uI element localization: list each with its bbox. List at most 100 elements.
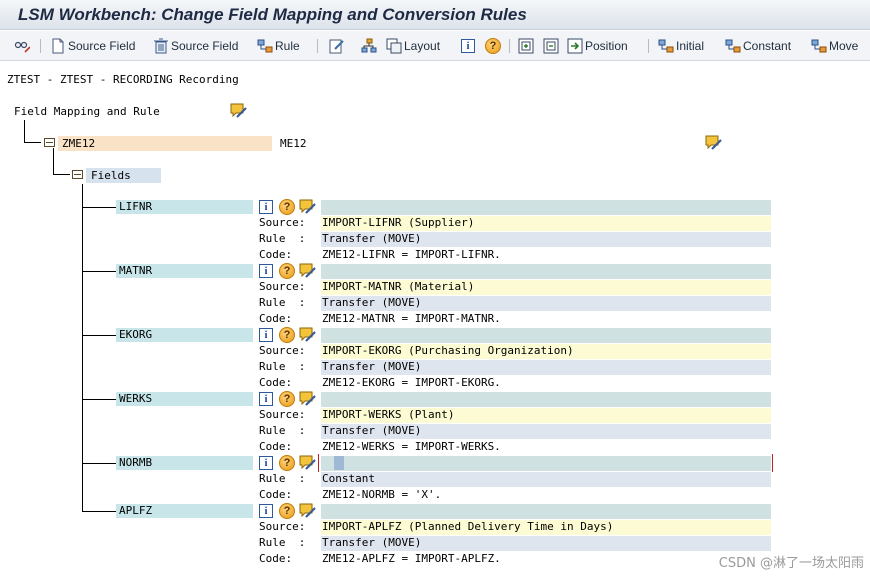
help-icon: ? — [485, 38, 501, 54]
window-title: LSM Workbench: Change Field Mapping and … — [18, 5, 527, 24]
note-icon[interactable] — [299, 455, 316, 471]
help-icon[interactable]: ? — [279, 263, 295, 279]
collapse-all-button[interactable] — [543, 36, 561, 56]
field-name: WERKS — [119, 392, 153, 405]
source-label: Source: — [259, 344, 306, 357]
info-icon[interactable]: i — [259, 264, 273, 278]
tree-connector — [24, 142, 41, 143]
delete-source-field-button[interactable]: Source Field — [153, 36, 238, 56]
code-label: Code: — [259, 376, 293, 389]
help-icon[interactable]: ? — [279, 455, 295, 471]
help-icon[interactable]: ? — [279, 503, 295, 519]
rule-icon — [811, 39, 827, 53]
layout-icon — [386, 38, 402, 54]
rule-value: Transfer (MOVE) — [322, 536, 422, 549]
delete-source-field-label: Source Field — [171, 39, 239, 53]
code-value: ZME12-EKORG = IMPORT-EKORG. — [322, 376, 501, 389]
field-node[interactable]: WERKS — [116, 392, 253, 406]
code-value: ZME12-APLFZ = IMPORT-APLFZ. — [322, 552, 501, 565]
display-change-button[interactable] — [14, 36, 32, 56]
info-icon[interactable]: i — [259, 200, 273, 214]
source-field-label: Source Field — [68, 39, 136, 53]
rule-value: Transfer (MOVE) — [322, 232, 422, 245]
rule-row — [321, 472, 771, 487]
folder-open-icon[interactable] — [72, 170, 83, 179]
help-icon[interactable]: ? — [279, 199, 295, 215]
field-name: EKORG — [119, 328, 153, 341]
toolbar-separator — [648, 39, 649, 53]
info-icon[interactable]: i — [259, 504, 273, 518]
field-node[interactable]: MATNR — [116, 264, 253, 278]
change-button[interactable] — [329, 36, 347, 56]
source-label: Source: — [259, 280, 306, 293]
application-toolbar: Source Field Source Field Rule Layout i … — [0, 31, 870, 61]
position-label: Position — [585, 39, 628, 53]
note-icon[interactable] — [299, 503, 316, 519]
note-icon[interactable] — [299, 391, 316, 407]
initial-label: Initial — [676, 39, 705, 53]
note-icon[interactable] — [299, 199, 316, 215]
rule-label: Rule : — [259, 472, 306, 485]
field-header-band — [321, 200, 771, 215]
expand-all-button[interactable] — [518, 36, 536, 56]
note-icon[interactable] — [230, 103, 247, 119]
recording-header: ZTEST - ZTEST - RECORDING Recording — [7, 73, 239, 86]
info-button[interactable]: i — [461, 36, 475, 56]
structure-node[interactable]: ZME12 — [58, 136, 272, 151]
glasses-pencil-icon — [14, 41, 30, 53]
info-icon[interactable]: i — [259, 456, 273, 470]
layout-label: Layout — [404, 39, 441, 53]
source-value: IMPORT-EKORG (Purchasing Organization) — [322, 344, 574, 357]
tree-connector — [82, 271, 118, 272]
rule-button[interactable]: Rule — [257, 36, 300, 56]
note-icon[interactable] — [299, 263, 316, 279]
field-name: LIFNR — [119, 200, 153, 213]
info-icon[interactable]: i — [259, 392, 273, 406]
hierarchy-icon — [361, 38, 377, 53]
info-icon: i — [461, 39, 475, 53]
text-cursor[interactable] — [334, 456, 344, 470]
field-node[interactable]: LIFNR — [116, 200, 253, 214]
field-node[interactable]: EKORG — [116, 328, 253, 342]
tree-connector — [82, 463, 118, 464]
help-icon[interactable]: ? — [279, 391, 295, 407]
move-label: Move — [829, 39, 859, 53]
rule-icon — [658, 39, 674, 53]
layout-button[interactable]: Layout — [386, 36, 440, 56]
rule-icon — [257, 39, 273, 53]
tree-connector — [82, 511, 118, 512]
rule-value: Transfer (MOVE) — [322, 360, 422, 373]
info-icon[interactable]: i — [259, 328, 273, 342]
field-node[interactable]: NORMB — [116, 456, 253, 470]
toolbar-separator — [317, 39, 318, 53]
field-node[interactable]: APLFZ — [116, 504, 253, 518]
source-label: Source: — [259, 216, 306, 229]
initial-button[interactable]: Initial — [658, 36, 704, 56]
mapping-tree-area: ZTEST - ZTEST - RECORDING Recording Fiel… — [0, 62, 870, 577]
position-button[interactable]: Position — [567, 36, 628, 56]
help-icon[interactable]: ? — [279, 327, 295, 343]
note-icon[interactable] — [299, 327, 316, 343]
help-button[interactable]: ? — [485, 36, 501, 56]
move-button[interactable]: Move — [811, 36, 858, 56]
fields-node[interactable]: Fields — [86, 168, 161, 183]
rule-value: Constant — [322, 472, 375, 485]
folder-open-icon[interactable] — [44, 138, 55, 147]
rule-label: Rule : — [259, 296, 306, 309]
field-header-band — [321, 328, 771, 343]
note-icon[interactable] — [705, 135, 722, 151]
tree-root-label: Field Mapping and Rule — [14, 105, 160, 118]
expand-icon — [518, 38, 534, 54]
hierarchy-button[interactable] — [361, 36, 379, 56]
fields-label: Fields — [91, 169, 131, 182]
code-value: ZME12-MATNR = IMPORT-MATNR. — [322, 312, 501, 325]
source-value: IMPORT-MATNR (Material) — [322, 280, 475, 293]
code-value: ZME12-LIFNR = IMPORT-LIFNR. — [322, 248, 501, 261]
position-icon — [567, 38, 583, 54]
source-value: IMPORT-APLFZ (Planned Delivery Time in D… — [322, 520, 614, 533]
field-header-band — [321, 264, 771, 279]
source-value: IMPORT-WERKS (Plant) — [322, 408, 455, 421]
source-field-button[interactable]: Source Field — [50, 36, 135, 56]
code-value: ZME12-NORMB = 'X'. — [322, 488, 442, 501]
constant-button[interactable]: Constant — [725, 36, 791, 56]
